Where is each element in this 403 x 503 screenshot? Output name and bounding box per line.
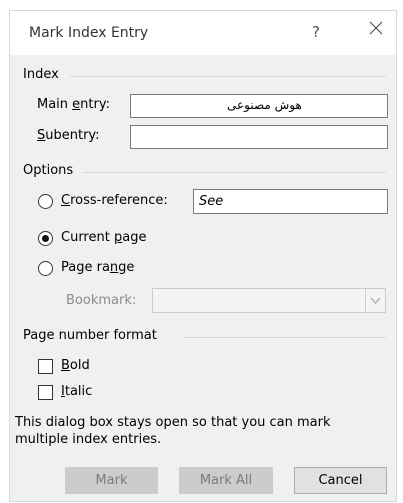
cross-reference-input[interactable]: See xyxy=(193,189,388,214)
cross-reference-label[interactable]: Cross-reference: xyxy=(61,193,168,208)
main-entry-input[interactable]: هوش مصنوعی xyxy=(130,94,388,118)
bookmark-label: Bookmark: xyxy=(66,293,137,308)
close-icon[interactable] xyxy=(368,20,384,36)
bookmark-dropdown-button[interactable] xyxy=(365,289,385,312)
main-entry-value: هوش مصنوعی xyxy=(227,98,302,112)
subentry-input[interactable] xyxy=(130,125,388,149)
bold-checkbox[interactable] xyxy=(38,359,53,374)
info-text-line-2: multiple index entries. xyxy=(15,432,162,447)
bold-label[interactable]: Bold xyxy=(61,358,90,373)
page-number-format-group-label: Page number format xyxy=(23,328,157,343)
page-range-radio[interactable] xyxy=(38,261,53,276)
cross-reference-value: See xyxy=(199,194,224,209)
options-group-label: Options xyxy=(23,163,74,178)
main-entry-label: Main entry: xyxy=(37,97,110,112)
mark-all-button[interactable]: Mark All xyxy=(179,467,273,494)
bookmark-dropdown[interactable] xyxy=(152,288,386,313)
options-group-divider xyxy=(82,172,386,173)
current-page-label[interactable]: Current page xyxy=(61,230,146,245)
chevron-down-icon xyxy=(370,297,381,304)
info-text-line-1: This dialog box stays open so that you c… xyxy=(15,415,331,430)
italic-label[interactable]: Italic xyxy=(61,384,92,399)
cross-reference-radio[interactable] xyxy=(38,194,53,209)
page-range-label[interactable]: Page range xyxy=(61,260,134,275)
title-bar: Mark Index Entry ? xyxy=(10,11,396,55)
dialog-title: Mark Index Entry xyxy=(29,25,149,41)
mark-button[interactable]: Mark xyxy=(65,467,158,494)
mark-index-entry-dialog: Mark Index Entry ? Index Main entry: هوش… xyxy=(9,10,397,502)
radio-selected-dot xyxy=(42,235,49,242)
page-number-format-divider xyxy=(184,337,386,338)
index-group-divider xyxy=(70,76,386,77)
current-page-radio[interactable] xyxy=(38,231,53,246)
cancel-button[interactable]: Cancel xyxy=(294,467,387,494)
index-group-label: Index xyxy=(23,67,59,82)
subentry-label: Subentry: xyxy=(37,128,100,143)
italic-checkbox[interactable] xyxy=(38,385,53,400)
help-button[interactable]: ? xyxy=(312,23,320,41)
